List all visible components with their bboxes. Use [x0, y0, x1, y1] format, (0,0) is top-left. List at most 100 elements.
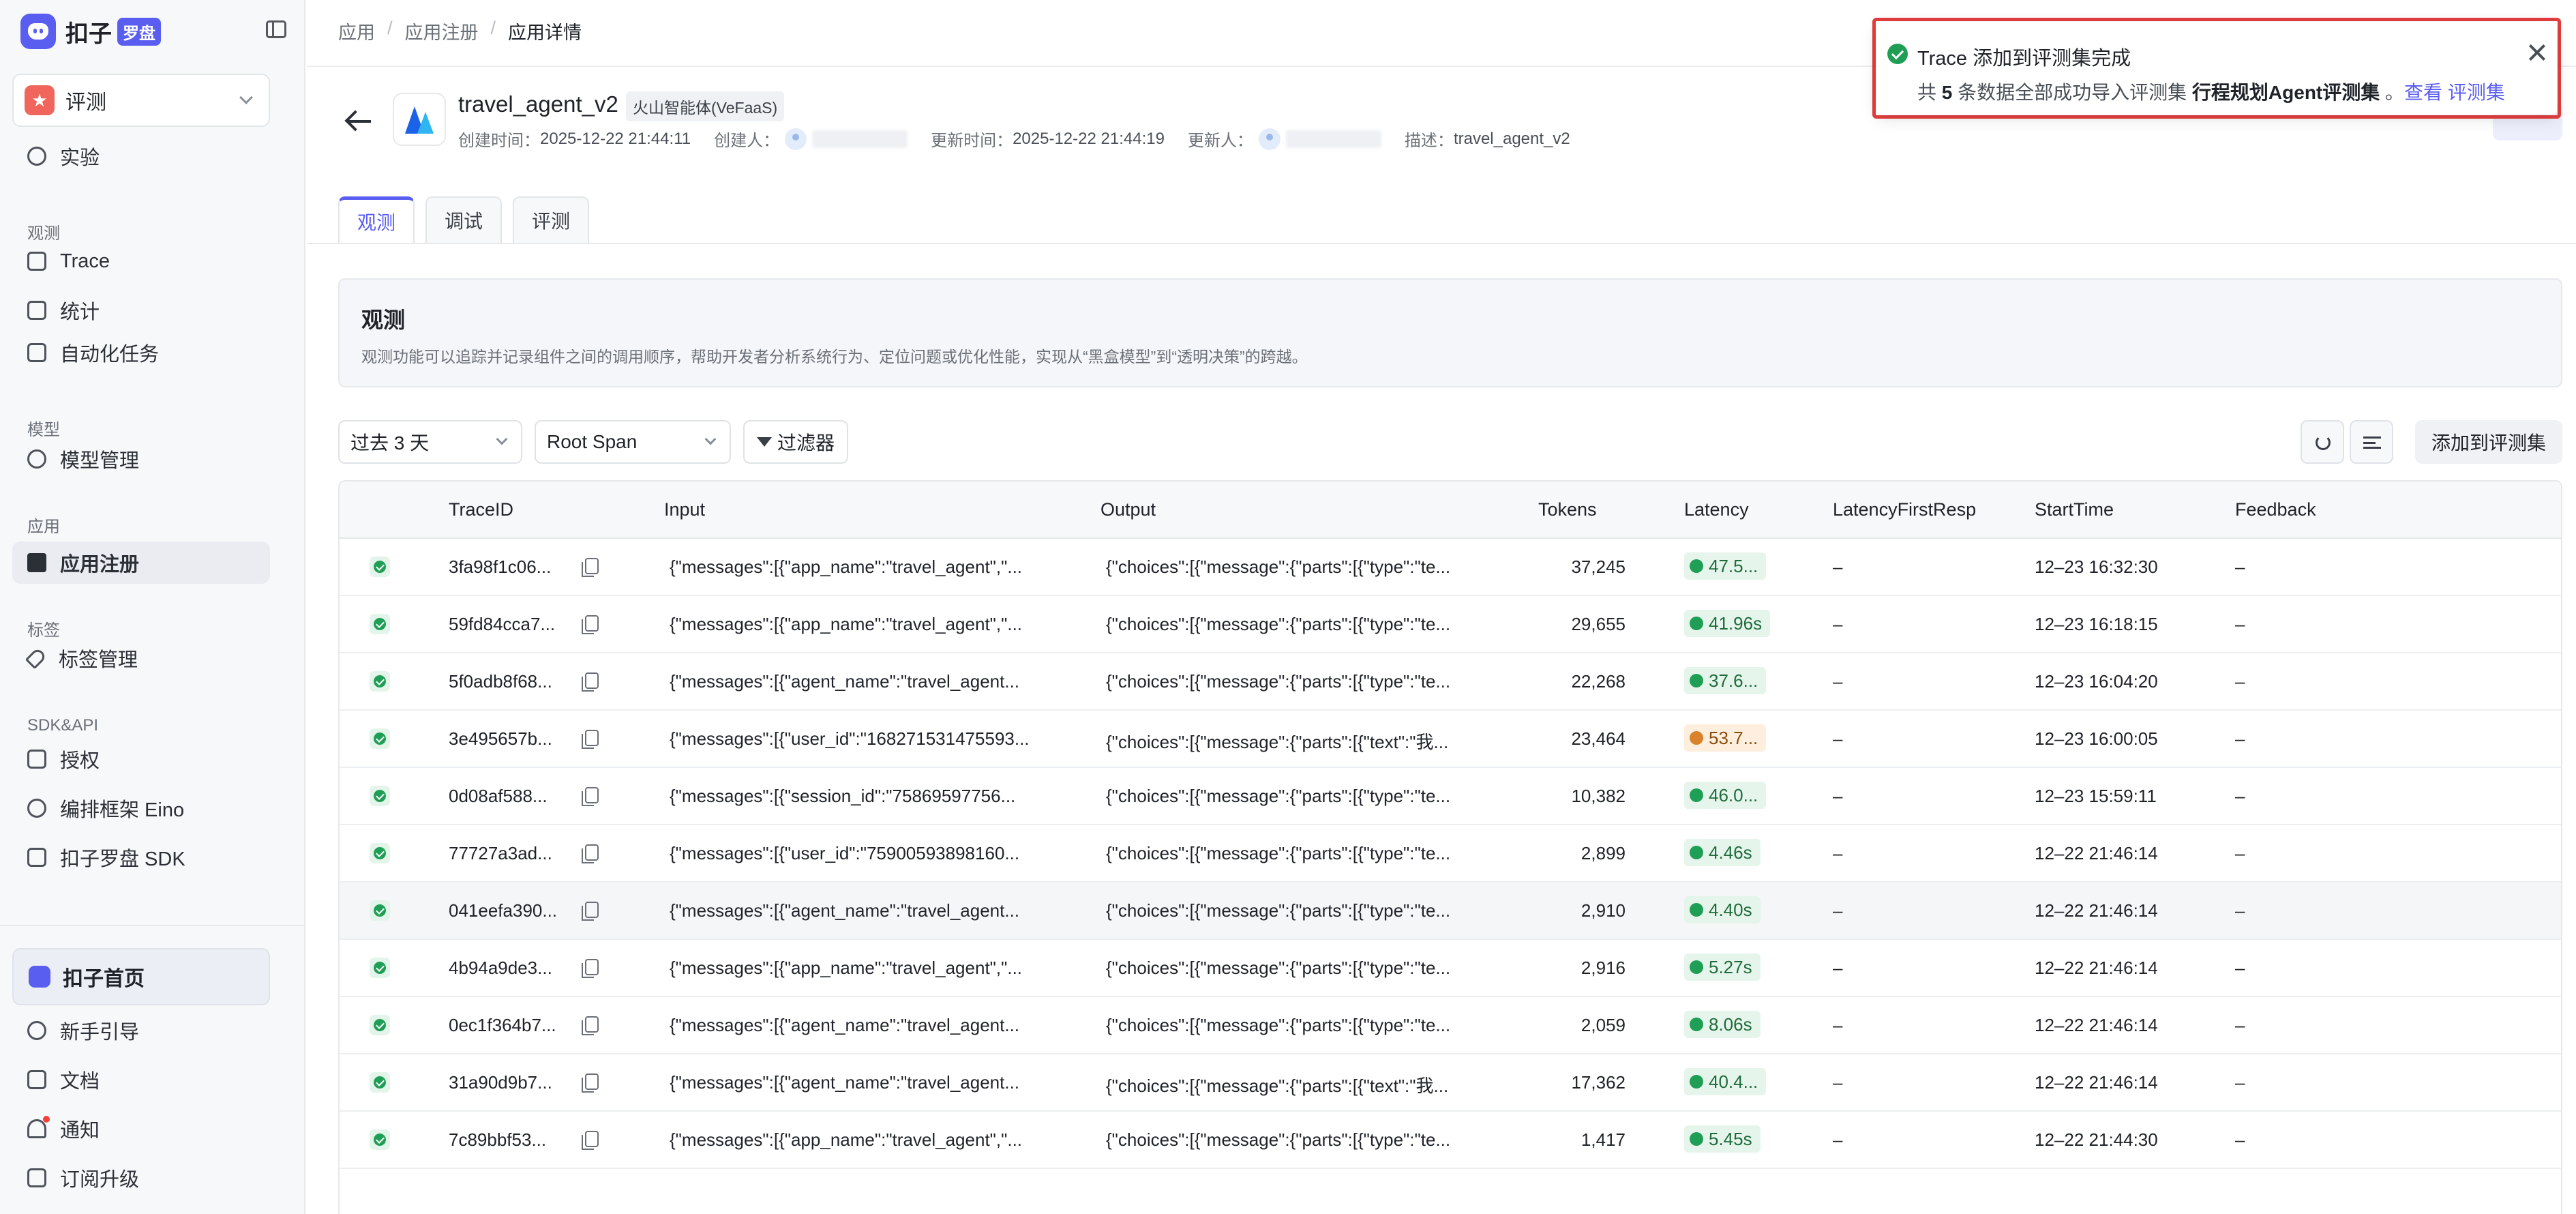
column-header-feedback[interactable]: Feedback: [2235, 499, 2316, 520]
chart-icon: [27, 301, 46, 320]
sidebar-bottom-item-3[interactable]: 订阅升级: [12, 1157, 270, 1199]
sidebar-item-6[interactable]: 模型管理: [12, 438, 270, 480]
close-icon[interactable]: [2527, 42, 2547, 63]
column-header-latency-first-resp[interactable]: LatencyFirstResp: [1833, 499, 1976, 520]
column-settings-button[interactable]: [2350, 420, 2393, 464]
created-label: 创建时间：: [458, 132, 540, 150]
column-header-input[interactable]: Input: [664, 499, 705, 520]
latency-status-icon: [1690, 674, 1703, 687]
home-button[interactable]: 扣子首页: [12, 948, 270, 1005]
sidebar-item-10[interactable]: 标签管理: [12, 637, 270, 679]
sidebar-item-13[interactable]: 编排框架 Eino: [12, 787, 270, 829]
table-row[interactable]: 31a90d9b7... {"messages":[{"agent_name":"…: [340, 1054, 2561, 1112]
span-type-select[interactable]: Root Span: [535, 420, 731, 464]
trace-id: 0ec1f364b7...: [449, 1015, 556, 1035]
feedback-cell: –: [2235, 1015, 2245, 1035]
start-time-cell: 12–23 15:59:11: [2035, 786, 2157, 806]
toast-body: 共 5 条数据全部成功导入评测集 行程规划Agent评测集 。查看 评测集: [1917, 82, 2505, 103]
feedback-cell: –: [2235, 900, 2245, 921]
sidebar-bottom-item-2[interactable]: 通知: [12, 1108, 270, 1150]
back-arrow-icon[interactable]: [345, 109, 372, 132]
home-icon: [29, 966, 50, 988]
doc-icon: [27, 1070, 46, 1089]
table-row[interactable]: 3fa98f1c06... {"messages":[{"app_name":"t…: [340, 539, 2561, 596]
sidebar-bottom-item-0[interactable]: 新手引导: [12, 1009, 270, 1052]
latency-badge: 53.7...: [1684, 724, 1767, 752]
trace-id: 5f0adb8f68...: [449, 671, 552, 692]
tab-debug[interactable]: 调试: [425, 196, 503, 244]
time-range-select[interactable]: 过去 3 天: [338, 420, 522, 464]
breadcrumb-item-registry[interactable]: 应用注册: [405, 18, 479, 44]
tab-observe[interactable]: 观测: [338, 196, 415, 244]
column-header-starttime[interactable]: StartTime: [2035, 499, 2114, 520]
updated-label: 更新时间：: [931, 132, 1013, 150]
filter-button[interactable]: 过滤器: [743, 420, 848, 464]
trace-id: 7c89bbf53...: [449, 1129, 547, 1150]
sidebar-item-0[interactable]: 实验: [12, 135, 270, 177]
nav-section-label: SDK&API: [27, 716, 99, 735]
latency-first-resp-cell: –: [1833, 786, 1843, 806]
tokens-cell: 10,382: [1571, 786, 1626, 806]
space-selector[interactable]: ★ 评测: [12, 74, 270, 127]
table-row[interactable]: 5f0adb8f68... {"messages":[{"agent_name":…: [340, 653, 2561, 711]
sidebar-item-8[interactable]: 应用注册: [12, 542, 270, 584]
tab-bar: 观测 调试 评测: [338, 196, 590, 244]
copy-icon[interactable]: [582, 558, 599, 577]
toast-dataset-link[interactable]: 评测集: [2448, 82, 2505, 103]
column-header-output[interactable]: Output: [1100, 499, 1156, 520]
column-header-latency[interactable]: Latency: [1684, 499, 1749, 520]
table-row[interactable]: 041eefa390... {"messages":[{"agent_name":…: [340, 883, 2561, 940]
copy-icon[interactable]: [582, 672, 599, 692]
sidebar-item-3[interactable]: 统计: [12, 289, 270, 331]
created-time: 2025-12-22 21:44:11: [540, 129, 691, 148]
table-row[interactable]: 4b94a9de3... {"messages":[{"app_name":"tr…: [340, 940, 2561, 997]
trace-id: 4b94a9de3...: [449, 958, 552, 978]
table-header: TraceID Input Output Tokens Latency Late…: [340, 482, 2561, 539]
info-title: 观测: [361, 308, 406, 332]
copy-icon[interactable]: [582, 787, 599, 806]
toast-view-link[interactable]: 查看: [2404, 82, 2442, 103]
tokens-cell: 1,417: [1581, 1129, 1626, 1150]
copy-icon[interactable]: [582, 1131, 599, 1150]
table-row[interactable]: 3e495657b... {"messages":[{"user_id":"168…: [340, 711, 2561, 768]
table-row[interactable]: 7c89bbf53... {"messages":[{"app_name":"tr…: [340, 1112, 2561, 1169]
copy-icon[interactable]: [582, 1074, 599, 1093]
table-row[interactable]: 0d08af588... {"messages":[{"session_id":"…: [340, 768, 2561, 825]
sidebar-item-label: 应用注册: [60, 554, 140, 576]
start-time-cell: 12–22 21:46:14: [2035, 900, 2158, 921]
logo[interactable]: 扣子 罗盘: [20, 12, 286, 50]
latency-status-icon: [1690, 1132, 1703, 1146]
copy-icon[interactable]: [582, 902, 599, 921]
column-header-traceid[interactable]: TraceID: [449, 499, 513, 520]
breadcrumb-item-app[interactable]: 应用: [338, 18, 375, 44]
copy-icon[interactable]: [582, 615, 599, 634]
table-row[interactable]: 59fd84cca7... {"messages":[{"app_name":"t…: [340, 596, 2561, 653]
copy-icon[interactable]: [582, 1016, 599, 1035]
refresh-button[interactable]: [2301, 420, 2344, 464]
table-row[interactable]: 77727a3ad... {"messages":[{"user_id":"759…: [340, 825, 2561, 883]
sidebar-collapse-icon[interactable]: [266, 20, 286, 38]
sidebar-item-label: 文档: [60, 1071, 100, 1093]
copy-icon[interactable]: [582, 844, 599, 863]
sidebar-item-14[interactable]: 扣子罗盘 SDK: [12, 836, 270, 878]
sidebar-item-12[interactable]: 授权: [12, 738, 270, 780]
sidebar-item-2[interactable]: Trace: [12, 240, 270, 282]
copy-icon[interactable]: [582, 959, 599, 978]
add-to-dataset-button[interactable]: 添加到评测集: [2415, 420, 2562, 464]
feedback-cell: –: [2235, 958, 2245, 978]
sidebar-bottom-item-1[interactable]: 文档: [12, 1058, 270, 1101]
copy-icon[interactable]: [582, 730, 599, 749]
latency-badge: 4.40s: [1684, 896, 1761, 923]
table-row[interactable]: 0ec1f364b7... {"messages":[{"agent_name":…: [340, 997, 2561, 1054]
tab-evaluate[interactable]: 评测: [513, 196, 590, 244]
latency-value: 5.45s: [1709, 1128, 1752, 1149]
latency-status-icon: [1690, 960, 1703, 974]
trace-id: 77727a3ad...: [449, 843, 552, 863]
breadcrumb-item-current: 应用详情: [508, 23, 582, 43]
column-header-tokens[interactable]: Tokens: [1538, 499, 1597, 520]
sidebar-item-4[interactable]: 自动化任务: [12, 331, 270, 374]
space-label: 评测: [65, 91, 106, 114]
trace-id: 3e495657b...: [449, 728, 552, 749]
start-time-cell: 12–23 16:32:30: [2035, 557, 2158, 577]
success-check-icon: [1887, 44, 1908, 64]
